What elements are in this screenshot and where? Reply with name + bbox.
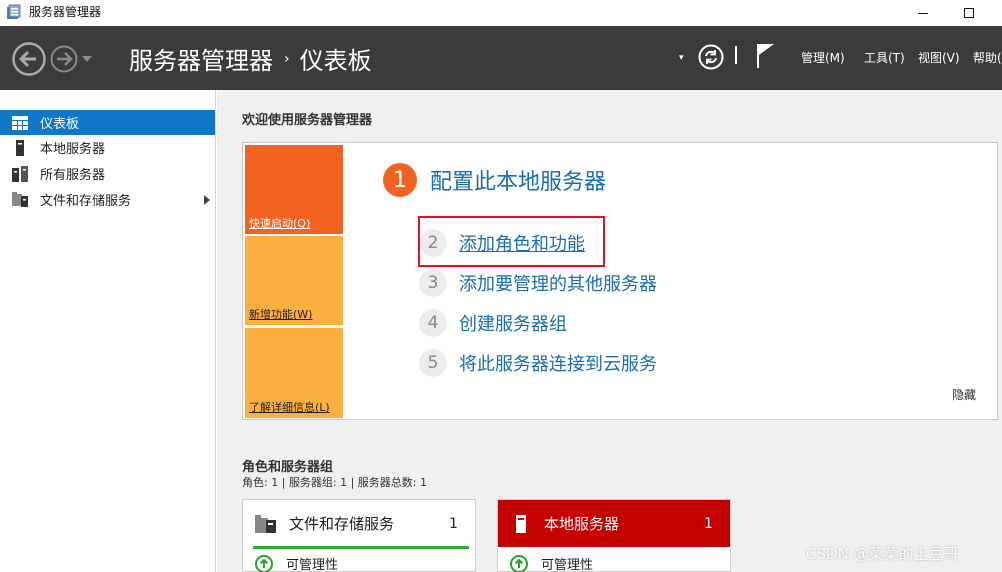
server-icon bbox=[0, 139, 40, 156]
history-dropdown-icon[interactable] bbox=[82, 56, 92, 62]
step-configure-local-server[interactable]: 1 配置此本地服务器 bbox=[383, 163, 606, 197]
roles-summary: 角色: 1 | 服务器组: 1 | 服务器总数: 1 bbox=[242, 476, 428, 489]
sidebar-item-label: 仪表板 bbox=[40, 117, 80, 132]
card-count: 1 bbox=[449, 515, 458, 532]
file-storage-icon bbox=[0, 192, 40, 207]
step-label[interactable]: 创建服务器组 bbox=[459, 310, 567, 336]
header-divider bbox=[735, 46, 737, 64]
status-label: 可管理性 bbox=[541, 558, 594, 572]
file-storage-icon bbox=[243, 514, 289, 533]
header-dropdown-icon[interactable]: ▾ bbox=[679, 53, 684, 63]
tile-label: 新增功能(W) bbox=[249, 308, 313, 321]
welcome-panel: 快速启动(Q) 新增功能(W) 了解详细信息(L) 1 配置此本地服务器 2 添… bbox=[242, 142, 998, 420]
server-manager-icon bbox=[7, 4, 21, 19]
notifications-flag-icon[interactable] bbox=[756, 43, 776, 69]
role-card-local-server[interactable]: 本地服务器 1 可管理性 bbox=[497, 499, 731, 572]
refresh-icon[interactable] bbox=[698, 44, 724, 70]
servers-icon bbox=[0, 165, 40, 182]
step-number-badge: 5 bbox=[419, 349, 447, 377]
tile-quick-start[interactable]: 快速启动(Q) bbox=[245, 145, 343, 234]
maximize-button[interactable] bbox=[946, 0, 992, 26]
title-bar: 服务器管理器 bbox=[0, 0, 1002, 26]
step-number-badge: 3 bbox=[419, 269, 447, 297]
welcome-title: 欢迎使用服务器管理器 bbox=[242, 113, 373, 128]
menu-tools[interactable]: 工具(T) bbox=[864, 49, 905, 66]
step-connect-cloud[interactable]: 5 将此服务器连接到云服务 bbox=[419, 349, 657, 377]
server-icon bbox=[498, 514, 544, 533]
sidebar-item-dashboard[interactable]: 仪表板 bbox=[0, 110, 215, 135]
step-number-badge: 4 bbox=[419, 309, 447, 337]
minimize-icon bbox=[918, 12, 928, 14]
watermark: CSDN @菜菜的土豆哥 bbox=[806, 545, 959, 563]
expand-arrow-icon[interactable] bbox=[204, 195, 210, 205]
hide-link[interactable]: 隐藏 bbox=[952, 386, 976, 403]
step-label[interactable]: 添加要管理的其他服务器 bbox=[459, 270, 657, 296]
status-up-arrow-icon bbox=[255, 554, 273, 572]
menu-help[interactable]: 帮助( bbox=[973, 49, 1002, 66]
card-header[interactable]: 文件和存储服务 1 bbox=[243, 500, 475, 547]
forward-button[interactable] bbox=[49, 44, 79, 74]
sidebar-item-label: 所有服务器 bbox=[40, 168, 106, 183]
menu-manage[interactable]: 管理(M) bbox=[801, 49, 845, 66]
step-create-server-group[interactable]: 4 创建服务器组 bbox=[419, 309, 567, 337]
minimize-button[interactable] bbox=[900, 0, 946, 26]
tile-learn-more[interactable]: 了解详细信息(L) bbox=[245, 328, 343, 418]
tile-label: 了解详细信息(L) bbox=[249, 401, 330, 414]
breadcrumb-separator: › bbox=[284, 50, 290, 67]
card-status-bar bbox=[253, 546, 469, 549]
step-number-badge: 1 bbox=[383, 163, 417, 197]
maximize-icon bbox=[964, 8, 974, 18]
highlight-annotation-box bbox=[418, 216, 605, 267]
manageability-row[interactable]: 可管理性 bbox=[255, 554, 338, 572]
step-label[interactable]: 将此服务器连接到云服务 bbox=[459, 350, 657, 376]
card-title: 文件和存储服务 bbox=[289, 515, 395, 533]
status-label: 可管理性 bbox=[286, 558, 339, 572]
manageability-row[interactable]: 可管理性 bbox=[510, 554, 593, 572]
sidebar: 仪表板 本地服务器 所有服务器 文件和存储服务 bbox=[0, 90, 216, 572]
sidebar-item-label: 文件和存储服务 bbox=[40, 194, 132, 209]
card-count: 1 bbox=[704, 515, 713, 532]
window-title: 服务器管理器 bbox=[29, 5, 102, 19]
menu-view[interactable]: 视图(V) bbox=[918, 49, 960, 66]
breadcrumb-root[interactable]: 服务器管理器 bbox=[129, 41, 273, 76]
sidebar-item-file-storage[interactable]: 文件和存储服务 bbox=[0, 187, 215, 212]
step-add-servers[interactable]: 3 添加要管理的其他服务器 bbox=[419, 269, 657, 297]
breadcrumb: 服务器管理器 › 仪表板 bbox=[129, 41, 372, 76]
role-card-file-storage[interactable]: 文件和存储服务 1 可管理性 bbox=[242, 499, 476, 572]
sidebar-item-all-servers[interactable]: 所有服务器 bbox=[0, 161, 215, 186]
status-up-arrow-icon bbox=[510, 554, 528, 572]
back-button[interactable] bbox=[11, 41, 47, 77]
dashboard-content: 欢迎使用服务器管理器 快速启动(Q) 新增功能(W) 了解详细信息(L) 1 配… bbox=[217, 90, 1002, 572]
sidebar-item-local-server[interactable]: 本地服务器 bbox=[0, 135, 215, 160]
breadcrumb-current: 仪表板 bbox=[299, 47, 372, 75]
card-title: 本地服务器 bbox=[544, 515, 620, 533]
roles-section-title: 角色和服务器组 bbox=[242, 460, 334, 475]
tile-whats-new[interactable]: 新增功能(W) bbox=[245, 236, 343, 325]
step-label: 配置此本地服务器 bbox=[430, 170, 607, 195]
dashboard-icon bbox=[0, 115, 40, 130]
tile-label: 快速启动(Q) bbox=[249, 217, 311, 230]
header-bar: 服务器管理器 › 仪表板 ▾ 管理(M) 工具(T) 视图(V) 帮助( bbox=[0, 26, 1002, 90]
sidebar-item-label: 本地服务器 bbox=[40, 142, 106, 157]
card-header[interactable]: 本地服务器 1 bbox=[498, 500, 730, 547]
